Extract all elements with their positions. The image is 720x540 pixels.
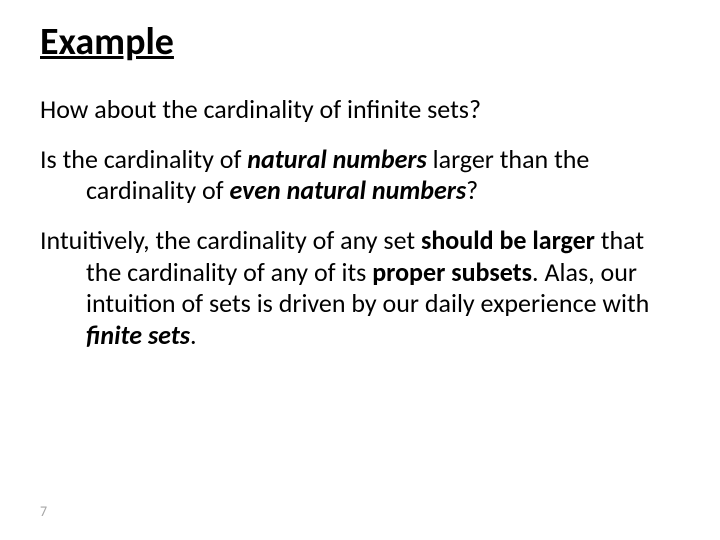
emphasis-finite-sets: finite sets — [86, 319, 190, 351]
paragraph-3: Intuitively, the cardinality of any set … — [40, 225, 680, 352]
emphasis-natural-numbers: natural numbers — [247, 143, 427, 175]
text: . — [190, 319, 197, 351]
page-number: 7 — [40, 503, 47, 520]
text: Intuitively, the cardinality of any set — [40, 224, 421, 256]
slide: Example How about the cardinality of inf… — [0, 0, 720, 540]
emphasis-proper-subsets: proper subsets — [372, 256, 532, 288]
emphasis-even-natural-numbers: even natural numbers — [230, 174, 467, 206]
text: Is the cardinality of — [40, 143, 247, 175]
text: ? — [466, 174, 478, 206]
emphasis-should-be-larger: should be larger — [421, 224, 595, 256]
paragraph-1: How about the cardinality of infinite se… — [40, 94, 680, 126]
paragraph-2: Is the cardinality of natural numbers la… — [40, 144, 680, 207]
slide-title: Example — [40, 22, 680, 64]
